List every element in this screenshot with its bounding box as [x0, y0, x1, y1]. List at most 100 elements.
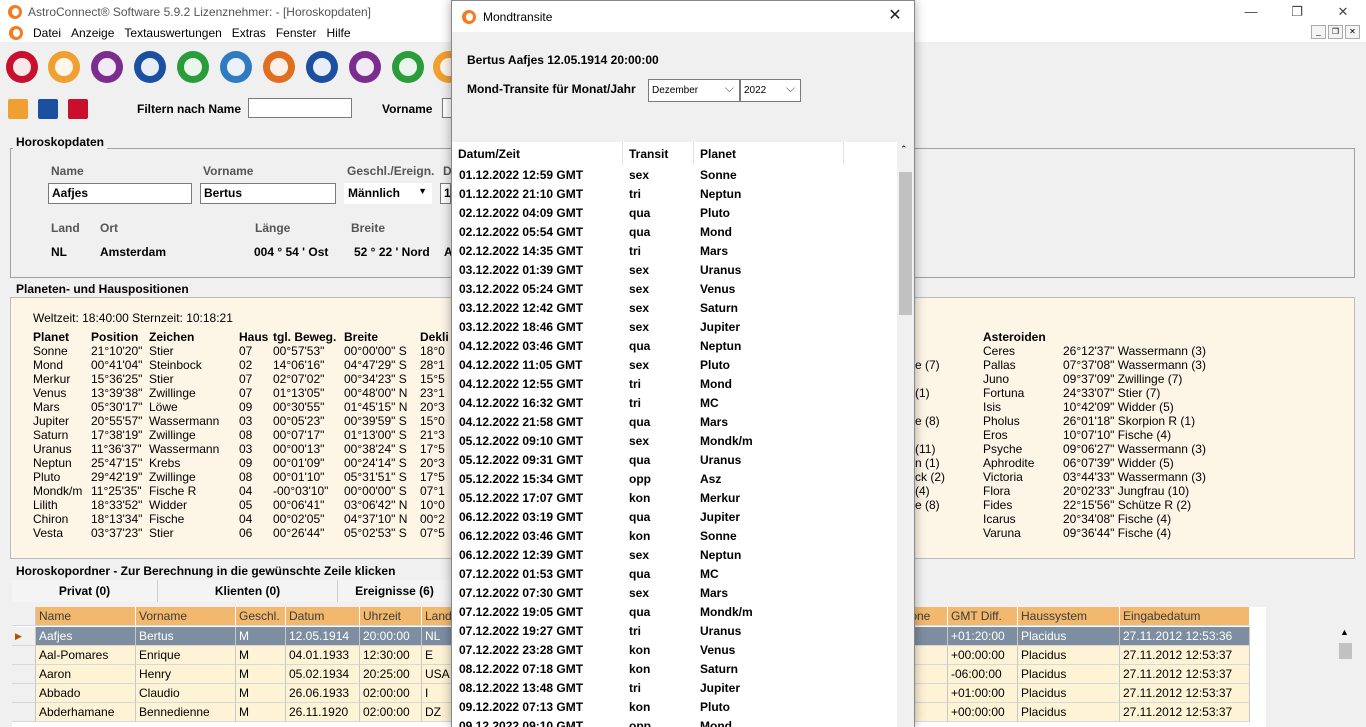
- mid-fragment: (1): [915, 386, 930, 400]
- list-item[interactable]: 04.12.2022 11:05 GMT sex Pluto: [452, 356, 850, 375]
- list-item[interactable]: 01.12.2022 21:10 GMT tri Neptun: [452, 185, 850, 204]
- grid-col-header[interactable]: Vorname: [136, 607, 236, 626]
- list-icon[interactable]: [220, 51, 252, 83]
- scroll-up-icon[interactable]: ▲: [1340, 627, 1349, 637]
- month-select[interactable]: Dezember: [648, 79, 740, 102]
- menu-anzeige[interactable]: Anzeige: [69, 26, 122, 40]
- book-icon[interactable]: [349, 51, 381, 83]
- list-item[interactable]: 07.12.2022 23:28 GMT kon Venus: [452, 641, 850, 660]
- grid-col-header[interactable]: Uhrzeit: [360, 607, 422, 626]
- group-icon[interactable]: [134, 51, 166, 83]
- grid-col-header[interactable]: GMT Diff.: [948, 607, 1018, 626]
- list-item[interactable]: 04.12.2022 16:32 GMT tri MC: [452, 394, 850, 413]
- trash-icon[interactable]: [68, 99, 88, 119]
- list-item[interactable]: 07.12.2022 19:27 GMT tri Uranus: [452, 622, 850, 641]
- scroll-up-icon[interactable]: ⌃: [900, 144, 908, 155]
- menu-extras[interactable]: Extras: [230, 26, 274, 40]
- mdi-close-button[interactable]: ✕: [1345, 25, 1360, 39]
- list-item[interactable]: 02.12.2022 14:35 GMT tri Mars: [452, 242, 850, 261]
- mdi-restore-button[interactable]: ❐: [1328, 25, 1343, 39]
- list-item[interactable]: 03.12.2022 01:39 GMT sex Uranus: [452, 261, 850, 280]
- gender-select[interactable]: Männlich ▼: [344, 183, 432, 204]
- tab-privat[interactable]: Privat (0): [12, 580, 158, 602]
- settings-icon[interactable]: [8, 99, 28, 119]
- mdi-logo-icon[interactable]: [9, 25, 23, 40]
- menu-datei[interactable]: Datei: [31, 26, 69, 40]
- card-icon[interactable]: [306, 51, 338, 83]
- list-item[interactable]: 04.12.2022 12:55 GMT tri Mond: [452, 375, 850, 394]
- person-icon[interactable]: [6, 51, 38, 83]
- vorname-input[interactable]: Bertus: [200, 183, 336, 204]
- grid-col-header[interactable]: Datum: [286, 607, 360, 626]
- planet-cell: 07°1: [420, 484, 445, 498]
- mid-fragment: n (1): [915, 456, 940, 470]
- partner-icon[interactable]: [177, 51, 209, 83]
- planet-cell: Merkur: [33, 372, 71, 386]
- grid-scroll-thumb[interactable]: [1339, 643, 1352, 659]
- mdi-minimize-button[interactable]: _: [1311, 25, 1326, 39]
- couple-icon[interactable]: [91, 51, 123, 83]
- list-item[interactable]: 02.12.2022 05:54 GMT qua Mond: [452, 223, 850, 242]
- col-transit[interactable]: Transit: [623, 142, 694, 165]
- transit-scrollbar[interactable]: ⌃: [897, 142, 914, 727]
- person-outline-icon[interactable]: [48, 51, 80, 83]
- transit-aspect: kon: [629, 662, 651, 676]
- grid-scrollbar[interactable]: ▲: [1337, 625, 1354, 727]
- col-datum-zeit[interactable]: Datum/Zeit: [452, 142, 623, 165]
- grid-col-header[interactable]: Haussystem: [1018, 607, 1120, 626]
- download-icon[interactable]: [38, 99, 58, 119]
- list-item[interactable]: 04.12.2022 21:58 GMT qua Mars: [452, 413, 850, 432]
- tab-ereignisse[interactable]: Ereignisse (6): [338, 580, 452, 602]
- row-header[interactable]: [12, 646, 36, 665]
- minimize-button[interactable]: —: [1228, 0, 1274, 23]
- menu-hilfe[interactable]: Hilfe: [325, 26, 359, 40]
- list-item[interactable]: 05.12.2022 09:31 GMT qua Uranus: [452, 451, 850, 470]
- list-item[interactable]: 03.12.2022 05:24 GMT sex Venus: [452, 280, 850, 299]
- grid-col-header[interactable]: Geschl.: [236, 607, 286, 626]
- grid-col-header[interactable]: Name: [36, 607, 136, 626]
- list-item[interactable]: 04.12.2022 03:46 GMT qua Neptun: [452, 337, 850, 356]
- list-item[interactable]: 08.12.2022 13:48 GMT tri Jupiter: [452, 679, 850, 698]
- list-item[interactable]: 07.12.2022 19:05 GMT qua Mondk/m: [452, 603, 850, 622]
- chart-icon[interactable]: [392, 51, 424, 83]
- row-header[interactable]: [12, 665, 36, 684]
- list-item[interactable]: 09.12.2022 07:13 GMT kon Pluto: [452, 698, 850, 717]
- transit-datetime: 07.12.2022 19:27 GMT: [459, 624, 584, 638]
- list-item[interactable]: 09.12.2022 09:10 GMT opp Mond: [452, 717, 850, 727]
- dialog-close-button[interactable]: ✕: [884, 5, 906, 27]
- menu-fenster[interactable]: Fenster: [274, 26, 325, 40]
- year-select[interactable]: 2022: [740, 79, 801, 102]
- name-input[interactable]: Aafjes: [48, 183, 192, 204]
- row-header[interactable]: [12, 703, 36, 722]
- list-item[interactable]: 05.12.2022 09:10 GMT sex Mondk/m: [452, 432, 850, 451]
- list-item[interactable]: 06.12.2022 03:46 GMT kon Sonne: [452, 527, 850, 546]
- list-item[interactable]: 03.12.2022 18:46 GMT sex Jupiter: [452, 318, 850, 337]
- list-item[interactable]: 07.12.2022 07:30 GMT sex Mars: [452, 584, 850, 603]
- list-item[interactable]: 03.12.2022 12:42 GMT sex Saturn: [452, 299, 850, 318]
- tab-klienten[interactable]: Klienten (0): [158, 580, 338, 602]
- grid-col-header[interactable]: Eingabedatum: [1120, 607, 1250, 626]
- list-item[interactable]: 06.12.2022 03:19 GMT qua Jupiter: [452, 508, 850, 527]
- close-button[interactable]: ✕: [1320, 0, 1366, 23]
- list-item[interactable]: 06.12.2022 12:39 GMT sex Neptun: [452, 546, 850, 565]
- globe-icon[interactable]: [263, 51, 295, 83]
- transit-scroll-thumb[interactable]: [899, 172, 912, 315]
- menu-textauswertungen[interactable]: Textauswertungen: [122, 26, 229, 40]
- land-label: Land: [51, 221, 80, 235]
- list-item[interactable]: 01.12.2022 12:59 GMT sex Sonne: [452, 166, 850, 185]
- list-item[interactable]: 08.12.2022 07:18 GMT kon Saturn: [452, 660, 850, 679]
- col-planet[interactable]: Planet: [694, 142, 844, 165]
- planet-cell: Mars: [33, 400, 60, 414]
- list-item[interactable]: 02.12.2022 04:09 GMT qua Pluto: [452, 204, 850, 223]
- list-item[interactable]: 05.12.2022 15:34 GMT opp Asz: [452, 470, 850, 489]
- list-item[interactable]: 07.12.2022 01:53 GMT qua MC: [452, 565, 850, 584]
- asteroid-name: Aphrodite: [983, 456, 1035, 470]
- transit-datetime: 05.12.2022 09:10 GMT: [459, 434, 584, 448]
- row-pointer-icon[interactable]: ▶: [12, 627, 36, 646]
- extra-input[interactable]: 1: [440, 183, 451, 204]
- maximize-button[interactable]: ❐: [1274, 0, 1320, 23]
- filter-name-input[interactable]: [248, 98, 352, 118]
- transit-aspect: qua: [629, 206, 651, 220]
- row-header[interactable]: [12, 684, 36, 703]
- list-item[interactable]: 05.12.2022 17:07 GMT kon Merkur: [452, 489, 850, 508]
